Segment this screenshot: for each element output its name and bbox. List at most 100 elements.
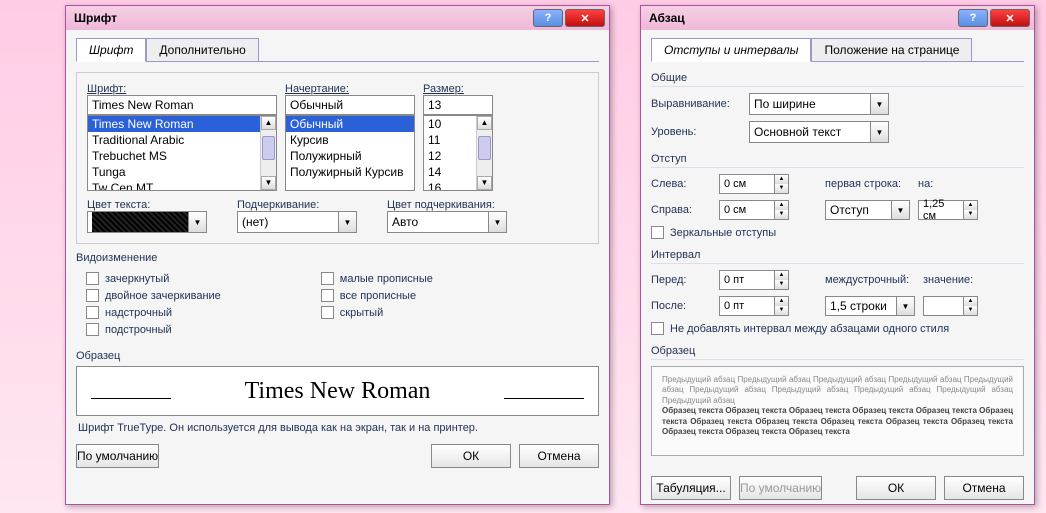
font-input[interactable] xyxy=(87,95,277,115)
ok-button[interactable]: ОК xyxy=(856,476,936,500)
list-item[interactable]: Курсив xyxy=(286,132,414,148)
list-item[interactable]: Times New Roman xyxy=(88,116,276,132)
scrollbar[interactable]: ▲ ▼ xyxy=(476,116,492,190)
checkbox[interactable] xyxy=(86,272,99,285)
style-input[interactable] xyxy=(285,95,415,115)
left-label: Слева: xyxy=(651,178,711,190)
text-color-select[interactable]: ▼ xyxy=(87,211,207,233)
chevron-down-icon: ▼ xyxy=(488,212,506,232)
level-select[interactable]: Основной текст▼ xyxy=(749,121,889,143)
checkbox[interactable] xyxy=(86,306,99,319)
list-item[interactable]: Полужирный Курсив xyxy=(286,164,414,180)
chevron-down-icon: ▼ xyxy=(870,94,888,114)
underline-color-value: Авто xyxy=(392,215,418,229)
spin-up-icon[interactable]: ▲ xyxy=(963,297,977,306)
close-button[interactable]: ✕ xyxy=(990,9,1030,27)
checkbox[interactable] xyxy=(321,272,334,285)
checkbox[interactable] xyxy=(651,226,664,239)
preview-bold: Образец текста Образец текста Образец те… xyxy=(662,406,1013,437)
para-preview: Предыдущий абзац Предыдущий абзац Предыд… xyxy=(651,366,1024,456)
line-by[interactable]: ▲▼ xyxy=(923,296,978,316)
spin-up-icon[interactable]: ▲ xyxy=(774,297,788,306)
effect-dblstrike: двойное зачеркивание xyxy=(105,290,221,302)
chevron-down-icon: ▼ xyxy=(870,122,888,142)
style-listbox[interactable]: Обычный Курсив Полужирный Полужирный Кур… xyxy=(285,115,415,191)
space-before[interactable]: 0 пт▲▼ xyxy=(719,270,789,290)
firstline-type-select[interactable]: Отступ ▼ xyxy=(825,200,910,220)
tabs-button[interactable]: Табуляция... xyxy=(651,476,731,500)
scroll-down-icon[interactable]: ▼ xyxy=(261,176,276,190)
scroll-thumb[interactable] xyxy=(262,136,275,160)
checkbox[interactable] xyxy=(651,322,664,335)
list-item[interactable]: Полужирный xyxy=(286,148,414,164)
para-title: Абзац xyxy=(645,11,958,25)
para-sample-label: Образец xyxy=(651,345,1024,360)
spin-up-icon[interactable]: ▲ xyxy=(774,201,788,210)
checkbox[interactable] xyxy=(321,289,334,302)
spin-up-icon[interactable]: ▲ xyxy=(774,271,788,280)
line-by-label: значение: xyxy=(923,274,978,286)
align-label: Выравнивание: xyxy=(651,98,741,110)
font-preview: Times New Roman xyxy=(76,366,599,416)
align-select[interactable]: По ширине▼ xyxy=(749,93,889,115)
default-button[interactable]: По умолчанию xyxy=(739,476,822,500)
spin-down-icon[interactable]: ▼ xyxy=(774,184,788,193)
scroll-down-icon[interactable]: ▼ xyxy=(477,176,492,190)
close-button[interactable]: ✕ xyxy=(565,9,605,27)
scroll-up-icon[interactable]: ▲ xyxy=(477,116,492,130)
list-item[interactable]: Traditional Arabic xyxy=(88,132,276,148)
firstline-type: Отступ xyxy=(830,203,869,217)
spin-down-icon[interactable]: ▼ xyxy=(963,306,977,315)
text-color-label: Цвет текста: xyxy=(87,199,207,211)
underline-color-label: Цвет подчеркивания: xyxy=(387,199,507,211)
list-item[interactable]: Trebuchet MS xyxy=(88,148,276,164)
list-item[interactable]: Tw Cen MT xyxy=(88,180,276,191)
scroll-thumb[interactable] xyxy=(478,136,491,160)
size-listbox[interactable]: 10 11 12 14 16 ▲ ▼ xyxy=(423,115,493,191)
firstline-label: первая строка: xyxy=(825,178,910,190)
style-label: Начертание: xyxy=(285,83,415,95)
underline-label: Подчеркивание: xyxy=(237,199,357,211)
checkbox[interactable] xyxy=(86,323,99,336)
spin-up-icon[interactable]: ▲ xyxy=(963,201,977,210)
chevron-down-icon: ▼ xyxy=(338,212,356,232)
indent-left[interactable]: 0 см▲▼ xyxy=(719,174,789,194)
spin-down-icon[interactable]: ▼ xyxy=(774,306,788,315)
chevron-down-icon: ▼ xyxy=(891,201,909,219)
size-label: Размер: xyxy=(423,83,493,95)
spin-down-icon[interactable]: ▼ xyxy=(963,210,977,219)
scrollbar[interactable]: ▲ ▼ xyxy=(260,116,276,190)
checkbox[interactable] xyxy=(321,306,334,319)
tab-indents[interactable]: Отступы и интервалы xyxy=(651,38,811,62)
underline-select[interactable]: (нет) ▼ xyxy=(237,211,357,233)
scroll-up-icon[interactable]: ▲ xyxy=(261,116,276,130)
size-input[interactable] xyxy=(423,95,493,115)
space-after[interactable]: 0 пт▲▼ xyxy=(719,296,789,316)
tab-advanced[interactable]: Дополнительно xyxy=(146,38,258,61)
cancel-button[interactable]: Отмена xyxy=(519,444,599,468)
color-swatch xyxy=(92,212,202,232)
default-button[interactable]: По умолчанию xyxy=(76,444,159,468)
chevron-down-icon: ▼ xyxy=(188,212,206,232)
firstline-by[interactable]: 1,25 см▲▼ xyxy=(918,200,978,220)
checkbox[interactable] xyxy=(86,289,99,302)
spin-down-icon[interactable]: ▼ xyxy=(774,280,788,289)
font-titlebar: Шрифт ? ✕ xyxy=(66,6,609,30)
list-item[interactable]: Обычный xyxy=(286,116,414,132)
underline-color-select[interactable]: Авто ▼ xyxy=(387,211,507,233)
tab-font[interactable]: Шрифт xyxy=(76,38,146,62)
tab-pagepos[interactable]: Положение на странице xyxy=(811,38,972,61)
help-button[interactable]: ? xyxy=(958,9,988,27)
cancel-button[interactable]: Отмена xyxy=(944,476,1024,500)
font-listbox[interactable]: Times New Roman Traditional Arabic Trebu… xyxy=(87,115,277,191)
spin-up-icon[interactable]: ▲ xyxy=(774,175,788,184)
help-button[interactable]: ? xyxy=(533,9,563,27)
line-type-select[interactable]: 1,5 строки▼ xyxy=(825,296,915,316)
spin-down-icon[interactable]: ▼ xyxy=(774,210,788,219)
mirror-label: Зеркальные отступы xyxy=(670,227,776,239)
list-item[interactable]: Tunga xyxy=(88,164,276,180)
font-dialog: Шрифт ? ✕ Шрифт Дополнительно Шрифт: Tim… xyxy=(65,5,610,505)
underline-value: (нет) xyxy=(242,215,268,229)
indent-right[interactable]: 0 см▲▼ xyxy=(719,200,789,220)
ok-button[interactable]: ОК xyxy=(431,444,511,468)
